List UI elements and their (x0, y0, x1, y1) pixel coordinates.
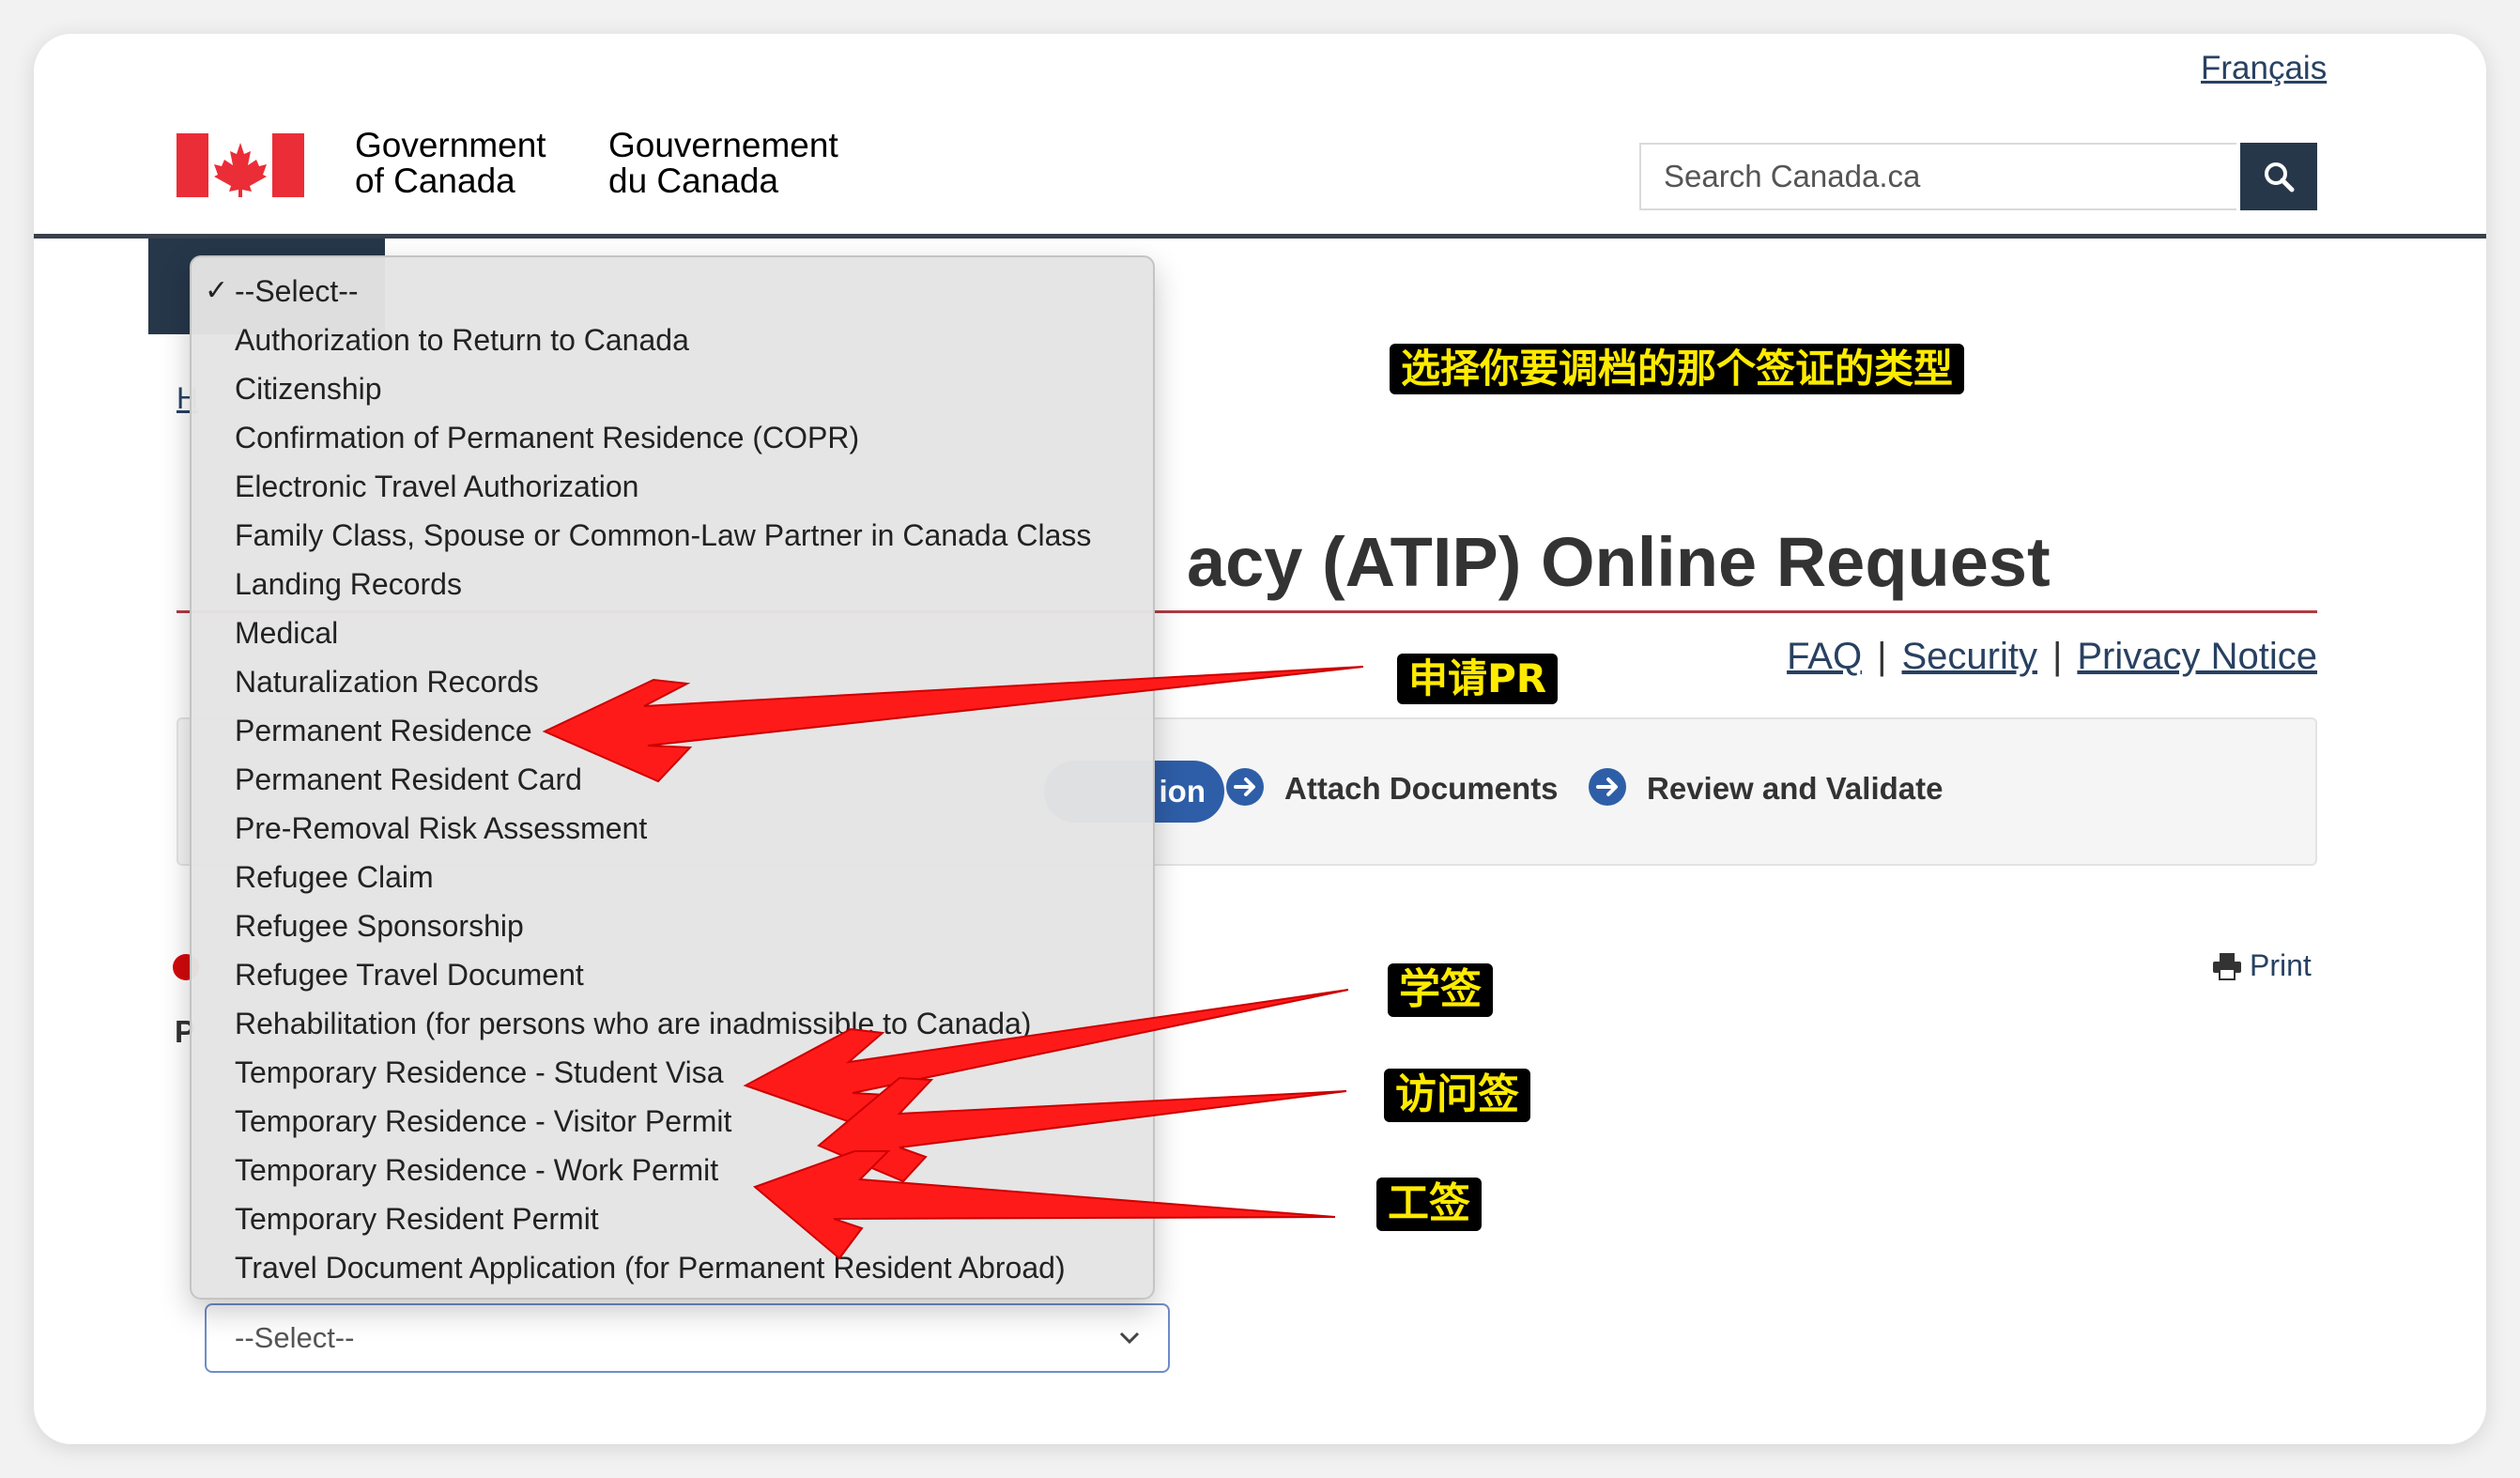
dropdown-option[interactable]: ✓ --Select-- (192, 267, 1153, 316)
page-title-text: acy (ATIP) Online Request (1187, 523, 2051, 601)
step-attach-documents: Attach Documents (1284, 771, 1559, 806)
annotation-visitor: 访问签 (1384, 1069, 1530, 1122)
option-label: Pre-Removal Risk Assessment (235, 811, 648, 845)
option-label: Permanent Resident Card (235, 762, 582, 796)
header-divider (34, 234, 2486, 239)
dropdown-option[interactable]: Refugee Sponsorship (192, 901, 1153, 950)
checkmark-icon: ✓ (205, 275, 229, 306)
wordmark-en-line1: Government (355, 126, 546, 164)
dropdown-option[interactable]: Citizenship (192, 364, 1153, 413)
option-label: Medical (235, 616, 339, 650)
option-label: Refugee Travel Document (235, 958, 584, 992)
privacy-notice-link[interactable]: Privacy Notice (2077, 636, 2317, 677)
option-label: Temporary Residence - Visitor Permit (235, 1104, 732, 1138)
dropdown-option[interactable]: Medical (192, 608, 1153, 657)
option-label: Family Class, Spouse or Common-Law Partn… (235, 518, 1092, 552)
dropdown-option[interactable]: Electronic Travel Authorization (192, 462, 1153, 511)
dropdown-option[interactable]: Authorization to Return to Canada (192, 316, 1153, 364)
browser-window: Français Government of Canada Gouverneme… (34, 34, 2486, 1444)
dropdown-option[interactable]: Temporary Residence - Visitor Permit (192, 1097, 1153, 1146)
option-label: Naturalization Records (235, 665, 539, 699)
canada-flag-icon (177, 133, 304, 197)
option-label: Temporary Residence - Student Visa (235, 1055, 724, 1089)
annotation-work: 工签 (1376, 1178, 1482, 1231)
dropdown-option[interactable]: Temporary Residence - Student Visa (192, 1048, 1153, 1097)
dropdown-option[interactable]: Refugee Travel Document (192, 950, 1153, 999)
dropdown-option[interactable]: Temporary Residence - Work Permit (192, 1146, 1153, 1194)
request-type-dropdown-list: ✓ --Select-- Authorization to Return to C… (190, 255, 1155, 1300)
option-label: Refugee Sponsorship (235, 909, 524, 943)
step-arrow-icon (1226, 768, 1264, 806)
security-link[interactable]: Security (1901, 636, 2037, 677)
request-type-select[interactable]: --Select-- (205, 1303, 1170, 1373)
link-separator: | (1877, 636, 1887, 677)
option-label: Confirmation of Permanent Residence (COP… (235, 421, 860, 454)
annotation-select-type: 选择你要调档的那个签证的类型 (1390, 344, 1965, 395)
step-arrow-icon (1589, 768, 1626, 806)
link-separator: | (2051, 636, 2063, 677)
annotation-pr: 申请PR (1397, 654, 1559, 705)
printer-icon (2213, 952, 2241, 980)
annotation-student: 学签 (1388, 963, 1493, 1017)
step-review-validate: Review and Validate (1647, 771, 1944, 806)
search-icon (2265, 162, 2295, 192)
dropdown-option[interactable]: Permanent Residence (192, 706, 1153, 755)
select-value: --Select-- (235, 1321, 355, 1354)
option-label: --Select-- (235, 274, 359, 308)
wordmark-english: Government of Canada (355, 128, 546, 199)
option-label: Temporary Residence - Work Permit (235, 1153, 719, 1187)
option-label: Refugee Claim (235, 860, 434, 894)
print-link[interactable]: Print (2212, 948, 2312, 983)
dropdown-option[interactable]: Refugee Claim (192, 853, 1153, 901)
option-label: Landing Records (235, 567, 462, 601)
search-input[interactable] (1639, 143, 2236, 210)
chevron-down-icon (1119, 1332, 1140, 1345)
faq-link[interactable]: FAQ (1787, 636, 1862, 677)
dropdown-option[interactable]: Pre-Removal Risk Assessment (192, 804, 1153, 853)
option-label: Permanent Residence (235, 714, 532, 747)
dropdown-option[interactable]: Temporary Resident Permit (192, 1194, 1153, 1243)
dropdown-option[interactable]: Rehabilitation (for persons who are inad… (192, 999, 1153, 1048)
wordmark-en-line2: of Canada (355, 162, 515, 200)
dropdown-option[interactable]: Naturalization Records (192, 657, 1153, 706)
dropdown-option[interactable]: Landing Records (192, 560, 1153, 608)
print-label: Print (2250, 948, 2312, 982)
option-label: Authorization to Return to Canada (235, 323, 689, 357)
wordmark-fr-line2: du Canada (608, 162, 779, 200)
search-button[interactable] (2240, 143, 2317, 210)
option-label: Rehabilitation (for persons who are inad… (235, 1007, 1032, 1040)
option-label: Travel Document Application (for Permane… (235, 1251, 1066, 1285)
help-links: FAQ | Security | Privacy Notice (1787, 636, 2317, 678)
dropdown-option[interactable]: Permanent Resident Card (192, 755, 1153, 804)
wordmark-fr-line1: Gouvernement (608, 126, 838, 164)
language-toggle-link[interactable]: Français (2201, 50, 2327, 87)
option-label: Citizenship (235, 372, 382, 406)
option-label: Temporary Resident Permit (235, 1202, 599, 1236)
dropdown-option[interactable]: Travel Document Application (for Permane… (192, 1243, 1153, 1292)
dropdown-option[interactable]: Family Class, Spouse or Common-Law Partn… (192, 511, 1153, 560)
option-label: Electronic Travel Authorization (235, 470, 639, 503)
wordmark-french: Gouvernement du Canada (608, 128, 838, 199)
dropdown-option[interactable]: Confirmation of Permanent Residence (COP… (192, 413, 1153, 462)
